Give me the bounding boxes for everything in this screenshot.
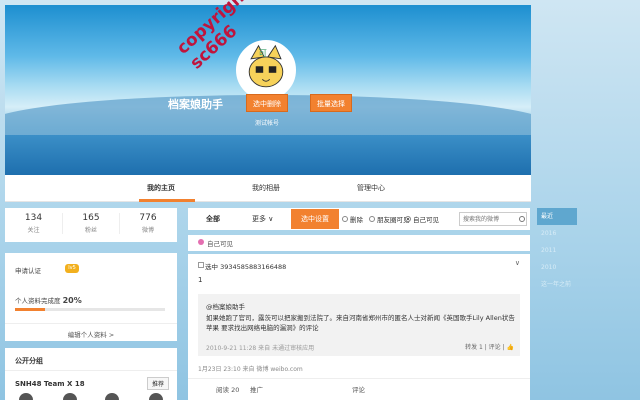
profile-nav: 我的主页 我的相册 管理中心 [5,175,531,202]
year-nav: 最近 2016 2011 2010 这一年之前 [537,208,577,293]
search-input[interactable] [459,212,527,226]
post-checkbox[interactable] [198,262,204,268]
stat-following-label: 关注 [27,227,40,234]
promote-button[interactable]: 推广 [250,384,263,394]
stat-posts-num: 776 [139,213,157,223]
repost-meta: 2010-9-21 11:28 来自 未通过审核应用 [206,345,315,352]
profile-panel: 申请认证 lv5 个人资料完成度 20% 编辑个人资料 > [5,253,177,341]
completeness-row: 个人资料完成度 20% [15,295,82,305]
stats-panel: 134 关注 165 粉丝 776 微博 [5,208,177,242]
apply-verify-label[interactable]: 申请认证 [15,265,41,275]
post-card: 选中 3934585883166488 ∨ 1 @档案娘助手 如果她跑了官司，露… [188,254,530,400]
tab-all[interactable]: 全部 [206,214,220,224]
post-id: 选中 3934585883166488 [205,263,287,271]
member-avatar[interactable] [105,393,119,400]
comment-button[interactable]: 评论 [352,384,365,394]
year-2016[interactable]: 2016 [537,225,577,242]
stat-following-num: 134 [24,213,43,223]
cover-sea [5,135,531,175]
radio-self[interactable] [405,216,411,222]
feed-toolbar: 全部 更多 ∨ 选中设置 删除 朋友圈可见 自己可见 [188,208,530,230]
radio-self-label: 自己可见 [413,216,439,224]
batch-select-button[interactable]: 批量选择 [310,94,352,112]
year-before[interactable]: 这一年之前 [537,276,577,293]
tab-more[interactable]: 更多 ∨ [252,214,273,224]
member-avatar[interactable] [63,393,77,400]
radio-delete-label: 删除 [350,216,363,224]
post-footer: 1月23日 23:10 来自 微博 weibo.com [198,366,303,373]
tab-album[interactable]: 我的相册 [252,183,280,193]
divider [188,378,530,379]
year-recent[interactable]: 最近 [537,208,577,225]
stat-following[interactable]: 134 关注 [5,213,62,234]
repost-body: 如果她跑了官司，露茨可以把家搬到法院了。来自河南省郑州市的匿名人士对新闻《英国歌… [206,314,515,332]
stat-posts-label: 微博 [141,227,154,234]
repost-box: @档案娘助手 如果她跑了官司，露茨可以把家搬到法院了。来自河南省郑州市的匿名人士… [198,294,520,356]
post-text: 1 [198,276,203,284]
profile-name: 档案娘助手 [168,98,223,111]
recommend-button[interactable]: 推荐 [147,377,170,390]
stat-followers-label: 粉丝 [84,227,97,234]
select-settings-button[interactable]: 选中设置 [291,209,339,229]
visibility-label: 自己可见 [207,240,233,248]
year-2011[interactable]: 2011 [537,242,577,259]
groups-title: 公开分组 [15,357,43,365]
verified-text: 测试帐号 [255,120,280,127]
repost-author[interactable]: @档案娘助手 [206,301,245,311]
edit-profile-link[interactable]: 编辑个人资料 > [5,323,177,339]
repost-actions[interactable]: 转发 1 | 评论 | 👍 [465,342,514,351]
completeness-value: 20% [62,296,82,305]
level-badge[interactable]: lv5 [65,264,79,273]
year-2010[interactable]: 2010 [537,259,577,276]
divider [5,370,177,371]
search-icon[interactable] [519,216,525,222]
chevron-down-icon[interactable]: ∨ [515,259,520,267]
groups-panel: 公开分组 SNH48 Team X 18 推荐 [5,348,177,400]
tab-manage[interactable]: 管理中心 [357,183,385,193]
active-tab-indicator [139,199,195,202]
member-avatar[interactable] [19,393,33,400]
completeness-progress [15,308,165,311]
member-avatar[interactable] [149,393,163,400]
radio-delete[interactable] [342,216,348,222]
stat-followers-num: 165 [82,213,100,223]
radio-friends[interactable] [369,216,375,222]
group-name[interactable]: SNH48 Team X 18 [15,380,85,388]
tab-home[interactable]: 我的主页 [147,183,175,193]
visibility-bar: 自己可见 [188,235,530,251]
stat-followers[interactable]: 165 粉丝 [62,213,119,234]
completeness-progress-fill [15,308,45,311]
completeness-label: 个人资料完成度 [15,297,61,305]
read-count: 阅读 20 [216,386,240,394]
stat-posts[interactable]: 776 微博 [119,213,176,234]
lock-icon [198,239,204,245]
